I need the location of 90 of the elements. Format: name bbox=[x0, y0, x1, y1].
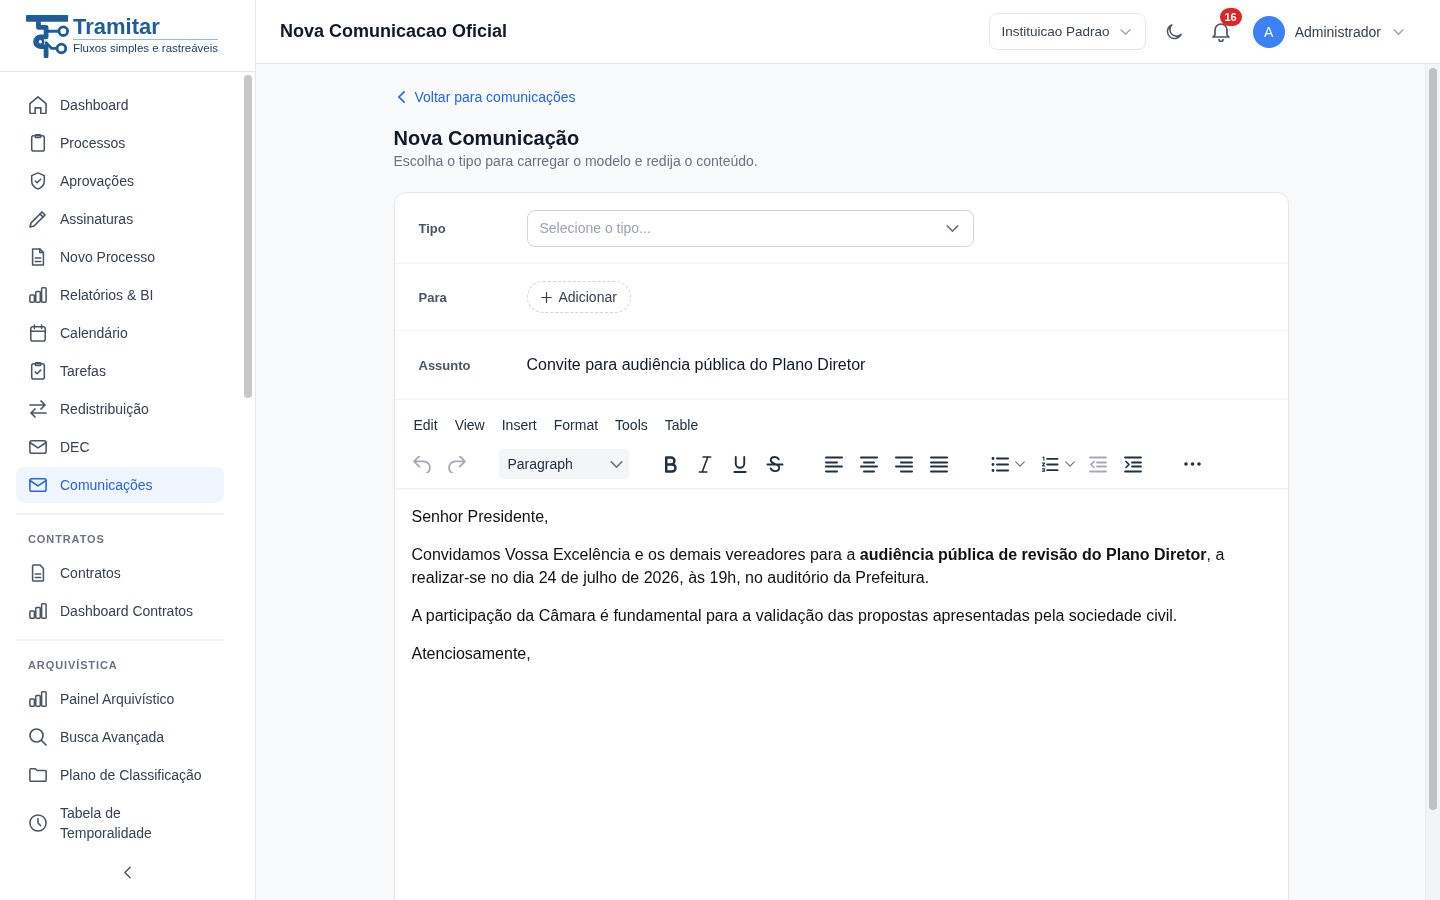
nav-item[interactable]: Novo Processo bbox=[16, 239, 224, 275]
nav-item[interactable]: Comunicações bbox=[16, 467, 224, 503]
menu-item[interactable]: Format bbox=[545, 410, 607, 440]
nav-item[interactable]: Assinaturas bbox=[16, 201, 224, 237]
strikethrough-icon bbox=[766, 455, 784, 473]
house-icon bbox=[29, 96, 47, 114]
chevron-down-icon bbox=[609, 460, 623, 468]
more-icon bbox=[1183, 462, 1201, 466]
nav-item[interactable]: Dashboard bbox=[16, 87, 224, 123]
chevron-left-icon bbox=[124, 865, 131, 879]
menu-item[interactable]: View bbox=[446, 410, 493, 440]
clipboard-icon bbox=[29, 134, 47, 152]
user-menu-button[interactable]: Administrador bbox=[1294, 23, 1404, 40]
section-title: ARQUIVÍSTICA bbox=[27, 658, 119, 673]
numbered-list-icon bbox=[1040, 455, 1059, 473]
chevron-down-icon bbox=[1064, 461, 1075, 467]
undo-icon bbox=[413, 455, 431, 473]
nav-item[interactable]: Relatórios & BI bbox=[16, 277, 224, 313]
institution-select[interactable]: Instituicao Padrao bbox=[988, 13, 1146, 50]
logo-name: Tramitar bbox=[73, 14, 161, 39]
menu-item[interactable]: Table bbox=[656, 410, 707, 440]
shield-check-icon bbox=[29, 172, 47, 190]
plus-icon bbox=[540, 291, 552, 303]
document-icon bbox=[29, 248, 47, 266]
envelope-icon bbox=[29, 476, 47, 494]
paragraph: A participação da Câmara é fundamental para a validação das propostas apresentadas pela sociedade civil. bbox=[411, 606, 1179, 626]
form-subtitle: Escolha o tipo para carregar o modelo e redija o conteúdo. bbox=[393, 152, 759, 170]
paragraph: Atenciosamente, bbox=[411, 644, 532, 664]
chevron-down-icon bbox=[1119, 28, 1131, 35]
back-link[interactable]: Voltar para comunicações bbox=[397, 88, 576, 106]
nav-item[interactable]: Painel Arquivístico bbox=[16, 681, 224, 717]
menu-item[interactable]: Insert bbox=[493, 410, 545, 440]
envelope-icon bbox=[29, 438, 47, 456]
paragraph: Convidamos Vossa Excelência e os demais vereadores para a audiência pública de revisão do Plano Diretor, a realizar-se no dia 24 de julho de 2026, às 19h, no auditório da Prefeitura. bbox=[411, 545, 1226, 588]
type-select[interactable]: Selecione o tipo... bbox=[526, 209, 974, 247]
document-icon bbox=[29, 564, 47, 582]
notification-badge: 16 bbox=[1219, 7, 1242, 26]
menu-item[interactable]: Tools bbox=[607, 410, 656, 440]
nav-item[interactable]: Busca Avançada bbox=[16, 719, 224, 755]
bar-chart-icon bbox=[29, 602, 47, 620]
pencil-icon bbox=[29, 210, 47, 228]
chevron-down-icon bbox=[945, 224, 959, 232]
page-title: Nova Comunicacao Oficial bbox=[280, 21, 508, 42]
menu-item[interactable]: Edit bbox=[405, 410, 446, 440]
block-format-select[interactable]: Paragraph bbox=[498, 449, 629, 479]
nav-item[interactable]: Tabela de Temporalidade bbox=[16, 795, 224, 851]
form-heading: Nova Comunicação bbox=[393, 126, 581, 151]
align-left-icon bbox=[825, 455, 843, 473]
justify-icon bbox=[930, 455, 948, 473]
indent-icon bbox=[1124, 455, 1142, 473]
moon-icon bbox=[1165, 23, 1182, 40]
nav-item[interactable]: Dashboard Contratos bbox=[16, 593, 224, 629]
paragraph: Senhor Presidente, bbox=[411, 507, 550, 527]
chevron-left-icon bbox=[397, 91, 405, 103]
section-title: CONTRATOS bbox=[27, 532, 106, 547]
nav-item[interactable]: Plano de Classificação bbox=[16, 757, 224, 793]
italic-icon bbox=[696, 455, 714, 473]
bell-icon bbox=[1211, 21, 1230, 42]
scrollbar-thumb[interactable] bbox=[244, 75, 252, 398]
logo-icon bbox=[25, 13, 71, 58]
underline-icon bbox=[731, 455, 749, 473]
bullet-list-icon bbox=[990, 455, 1009, 473]
calendar-icon bbox=[29, 324, 47, 342]
nav-item[interactable]: Calendário bbox=[16, 315, 224, 351]
folder-icon bbox=[29, 766, 47, 784]
chevron-down-icon bbox=[1393, 28, 1404, 35]
field-label: Para bbox=[418, 289, 448, 305]
search-icon bbox=[29, 728, 47, 746]
nav-item[interactable]: Aprovações bbox=[16, 163, 224, 199]
clock-icon bbox=[29, 814, 47, 832]
redo-icon bbox=[448, 455, 466, 473]
subject-field[interactable]: Convite para audiência pública do Plano Diretor bbox=[526, 356, 1264, 374]
align-right-icon bbox=[895, 455, 913, 473]
nav-item[interactable]: Redistribuição bbox=[16, 391, 224, 427]
swap-arrows-icon bbox=[29, 400, 47, 418]
field-label: Tipo bbox=[418, 220, 447, 236]
nav-item[interactable]: Processos bbox=[16, 125, 224, 161]
clipboard-check-icon bbox=[29, 362, 47, 380]
scrollbar-thumb[interactable] bbox=[1429, 68, 1437, 810]
nav-item[interactable]: Tarefas bbox=[16, 353, 224, 389]
nav-item[interactable]: DEC bbox=[16, 429, 224, 465]
logo-tagline: Fluxos simples e rastreáveis bbox=[73, 38, 219, 55]
nav-item[interactable]: Contratos bbox=[16, 555, 224, 591]
outdent-icon bbox=[1089, 455, 1107, 473]
align-center-icon bbox=[860, 455, 878, 473]
field-label: Assunto bbox=[418, 357, 472, 373]
chevron-down-icon bbox=[1014, 461, 1025, 467]
bar-chart-icon bbox=[29, 690, 47, 708]
avatar[interactable]: A bbox=[1252, 15, 1285, 48]
bar-chart-icon bbox=[29, 286, 47, 304]
